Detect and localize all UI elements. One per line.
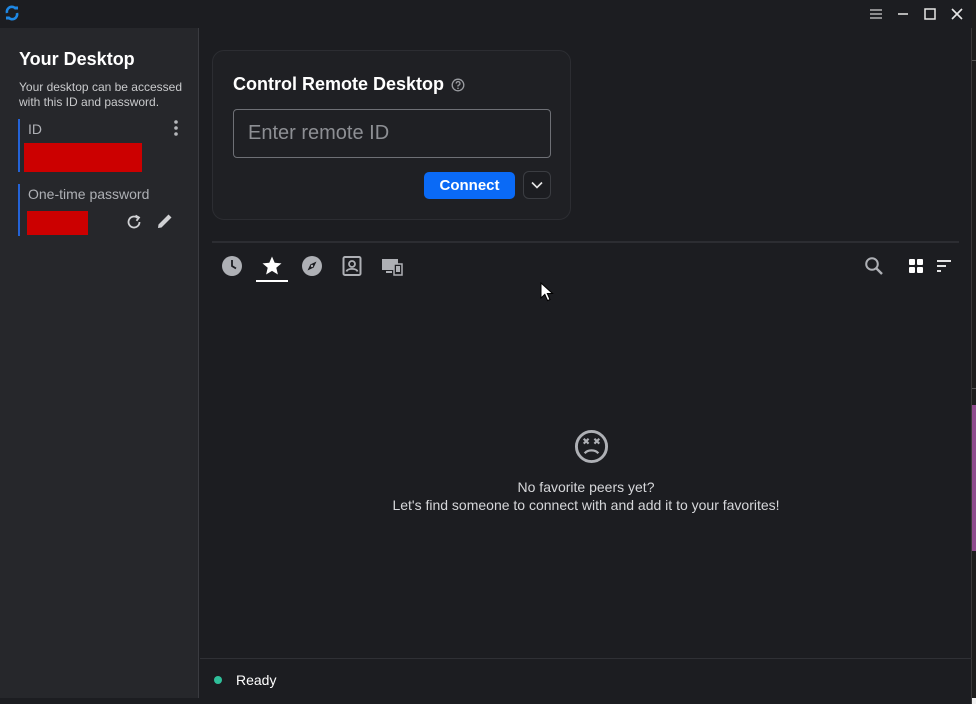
empty-state-title: No favorite peers yet? (517, 479, 655, 495)
control-remote-title: Control Remote Desktop (233, 74, 445, 94)
search-icon (865, 257, 883, 275)
id-field: ID (18, 119, 185, 172)
password-label: One-time password (28, 186, 150, 202)
maximize-icon[interactable] (920, 4, 940, 24)
mouse-cursor-icon (540, 282, 554, 302)
id-label: ID (28, 121, 42, 137)
control-remote-card: Control Remote Desktop Connect (212, 50, 571, 220)
star-icon (262, 256, 282, 275)
tab-address-book[interactable] (340, 254, 364, 278)
clock-icon (222, 256, 242, 276)
tab-favorites[interactable] (260, 254, 284, 278)
edit-password-icon[interactable] (156, 212, 174, 230)
help-icon[interactable] (451, 78, 465, 92)
connect-options-dropdown[interactable] (523, 171, 551, 199)
password-field: One-time password (18, 184, 185, 236)
tab-discovered[interactable] (300, 254, 324, 278)
title-bar[interactable] (0, 0, 972, 28)
contact-book-icon (342, 256, 362, 276)
tab-recent[interactable] (220, 254, 244, 278)
grid-view-icon (909, 259, 923, 273)
your-desktop-panel: Your Desktop Your desktop can be accesse… (0, 28, 199, 698)
your-desktop-description: Your desktop can be accessed with this I… (19, 80, 183, 109)
devices-icon (382, 259, 403, 276)
password-value-redacted (27, 211, 88, 235)
background-banner (972, 405, 976, 551)
empty-state-message: Let's find someone to connect with and a… (392, 497, 780, 513)
status-text: Ready (236, 672, 277, 688)
refresh-password-icon[interactable] (125, 213, 143, 231)
sad-face-icon (574, 429, 609, 464)
status-indicator (214, 676, 222, 684)
sort-button[interactable] (932, 254, 956, 278)
search-button[interactable] (862, 254, 886, 278)
grid-view-button[interactable] (904, 254, 928, 278)
section-divider (212, 241, 959, 243)
tab-group[interactable] (380, 254, 404, 278)
more-options-icon[interactable] (170, 119, 182, 137)
id-value-redacted (24, 143, 142, 172)
compass-icon (302, 256, 322, 276)
connect-button[interactable]: Connect (424, 172, 515, 199)
status-bar: Ready (200, 658, 972, 698)
minimize-icon[interactable] (893, 4, 913, 24)
sort-icon (937, 260, 951, 272)
remote-id-input[interactable] (233, 109, 551, 158)
chevron-down-icon (531, 181, 543, 189)
close-icon[interactable] (947, 4, 967, 24)
menu-icon[interactable] (866, 4, 886, 24)
app-logo-icon (5, 5, 19, 21)
app-window: Your Desktop Your desktop can be accesse… (0, 0, 972, 704)
background-window-strip (972, 0, 976, 704)
active-tab-indicator (256, 280, 288, 282)
your-desktop-title: Your Desktop (19, 49, 135, 69)
